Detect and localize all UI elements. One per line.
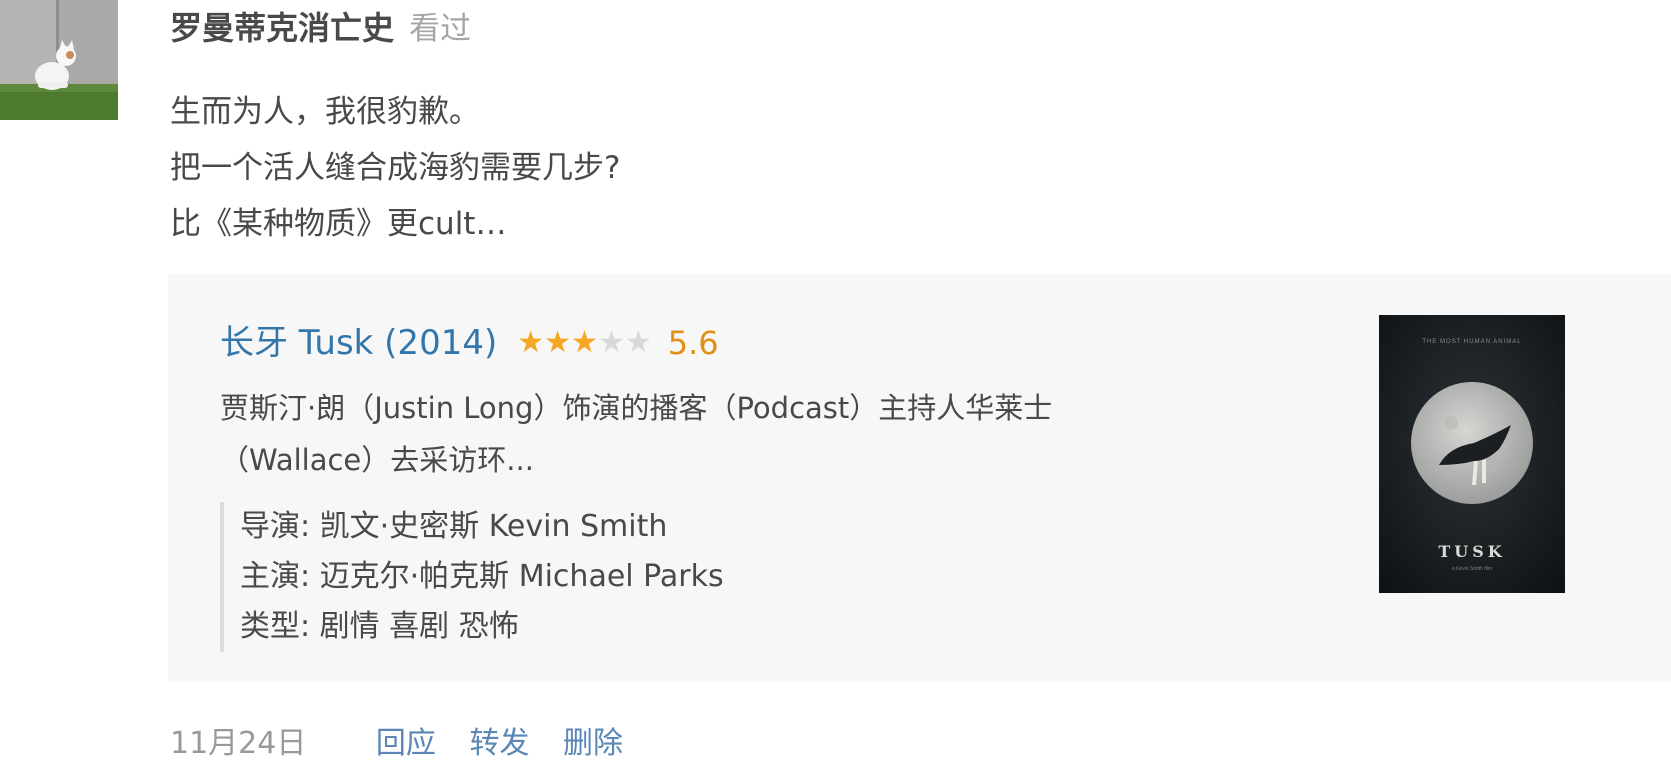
post-header: 罗曼蒂克消亡史 看过 [170, 6, 471, 50]
post-text-line: 生而为人，我很豹歉。 [170, 94, 480, 130]
delete-button[interactable]: 删除 [563, 726, 623, 761]
movie-meta: 导演: 凯文·史密斯 Kevin Smith 主演: 迈克尔·帕克斯 Micha… [220, 502, 724, 652]
post-footer: 11月24日 回应 转发 删除 [170, 722, 623, 765]
poster-title: TUSK [1438, 542, 1505, 561]
movie-title-row: 长牙 Tusk (2014) ★ ★ ★ ★ ★ 5.6 [220, 318, 719, 368]
post-item: 罗曼蒂克消亡史 看过 生而为人，我很豹歉。 把一个活人缝合成海豹需要几步? 比《… [0, 0, 1671, 765]
movie-synopsis: 贾斯汀·朗（Justin Long）饰演的播客（Podcast）主持人华莱士 （… [220, 382, 1140, 486]
post-text-line: 比《某种物质》更cult… [170, 206, 507, 242]
reply-button[interactable]: 回应 [376, 726, 436, 761]
star-icon: ★ [571, 325, 598, 360]
poster-image: THE MOST HUMAN ANIMAL TUSK a Kevin Smith… [1379, 315, 1565, 593]
post-text-line: 把一个活人缝合成海豹需要几步? [170, 150, 621, 186]
movie-poster[interactable]: THE MOST HUMAN ANIMAL TUSK a Kevin Smith… [1379, 315, 1565, 593]
poster-tagline: THE MOST HUMAN ANIMAL [1422, 339, 1521, 345]
rating-score: 5.6 [667, 324, 719, 362]
synopsis-line: （Wallace）去采访环... [220, 443, 534, 477]
cast-row: 主演: 迈克尔·帕克斯 Michael Parks [240, 559, 724, 594]
avatar[interactable] [0, 0, 118, 120]
repost-button[interactable]: 转发 [469, 726, 529, 761]
star-icon: ★ [624, 325, 652, 360]
post-date: 11月24日 [170, 726, 307, 761]
author-name-link[interactable]: 罗曼蒂克消亡史 [170, 9, 394, 47]
star-icon: ★ [544, 325, 572, 360]
poster-subtitle: a Kevin Smith film [1452, 566, 1492, 572]
post-text: 生而为人，我很豹歉。 把一个活人缝合成海豹需要几步? 比《某种物质》更cult… [170, 84, 620, 252]
star-icon: ★ [517, 325, 545, 360]
director-row: 导演: 凯文·史密斯 Kevin Smith [240, 509, 668, 544]
watch-status: 看过 [409, 11, 472, 47]
star-icon: ★ [597, 325, 625, 360]
synopsis-line: 贾斯汀·朗（Justin Long）饰演的播客（Podcast）主持人华莱士 [220, 391, 1053, 425]
movie-card[interactable]: 长牙 Tusk (2014) ★ ★ ★ ★ ★ 5.6 贾斯汀·朗（Justi… [168, 274, 1671, 682]
rating-stars: ★ ★ ★ ★ ★ [517, 328, 652, 358]
genre-row: 类型: 剧情 喜剧 恐怖 [240, 609, 519, 644]
cat-avatar-image [0, 0, 118, 120]
movie-title-link[interactable]: 长牙 Tusk (2014) [220, 318, 497, 368]
